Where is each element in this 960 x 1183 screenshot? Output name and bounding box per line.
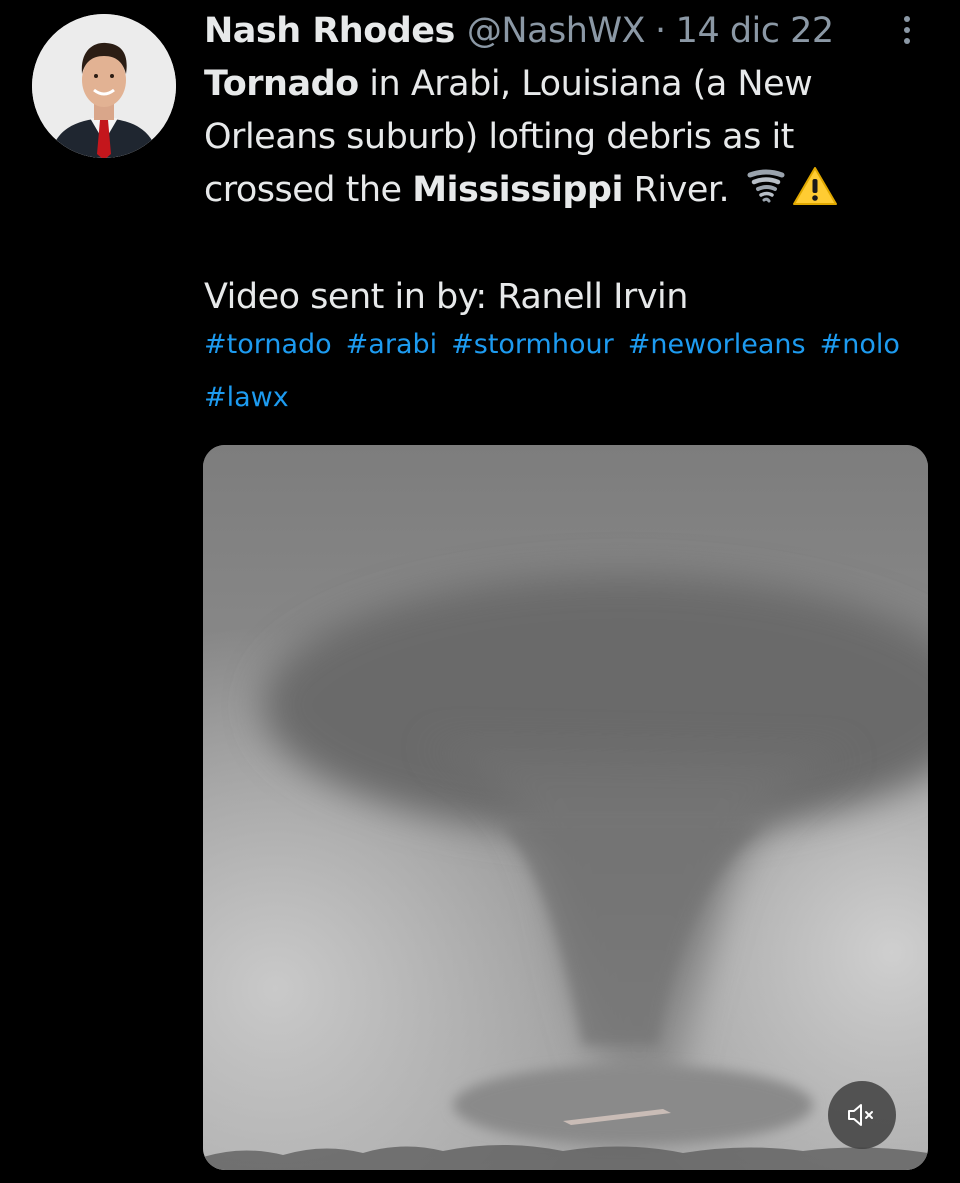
tweet-text: Tornado in Arabi, Louisiana (a New Orlea… [204,58,934,223]
hashtag-link[interactable]: #neworleans [628,318,806,371]
more-vertical-icon-dot [904,38,910,44]
bold-keyword-mississippi: Mississippi [412,170,623,210]
hashtag-link[interactable]: #tornado [204,318,332,371]
tweet-date[interactable]: 14 dic 22 [676,8,835,54]
hashtag-link[interactable]: #stormhour [451,318,614,371]
avatar[interactable] [32,14,176,158]
hashtag-list: #tornado #arabi #stormhour #neworleans #nolo… [204,318,934,424]
bold-keyword-tornado: Tornado [204,64,359,104]
hashtag-link[interactable]: #nolo [820,318,900,371]
author-handle[interactable]: @NashWX [467,8,646,54]
header-separator: · [655,11,666,51]
video-credit: Video sent in by: Ranell Irvin [204,277,688,317]
tweet-header: Nash Rhodes @NashWX · 14 dic 22 [204,8,834,54]
more-vertical-icon [904,16,910,22]
tornado-emoji [746,167,786,223]
mute-button[interactable] [828,1081,896,1149]
tornado-video-frame [203,445,928,1170]
author-display-name[interactable]: Nash Rhodes [204,8,455,54]
video-player[interactable] [203,445,928,1170]
warning-emoji [792,165,838,223]
speaker-muted-icon [848,1104,873,1126]
tweet-text-end: River. [622,170,730,210]
hashtag-link[interactable]: #arabi [346,318,437,371]
more-vertical-icon-dot [904,27,910,33]
profile-photo [32,14,176,158]
hashtag-link[interactable]: #lawx [204,371,289,424]
more-options-button[interactable] [894,10,920,50]
